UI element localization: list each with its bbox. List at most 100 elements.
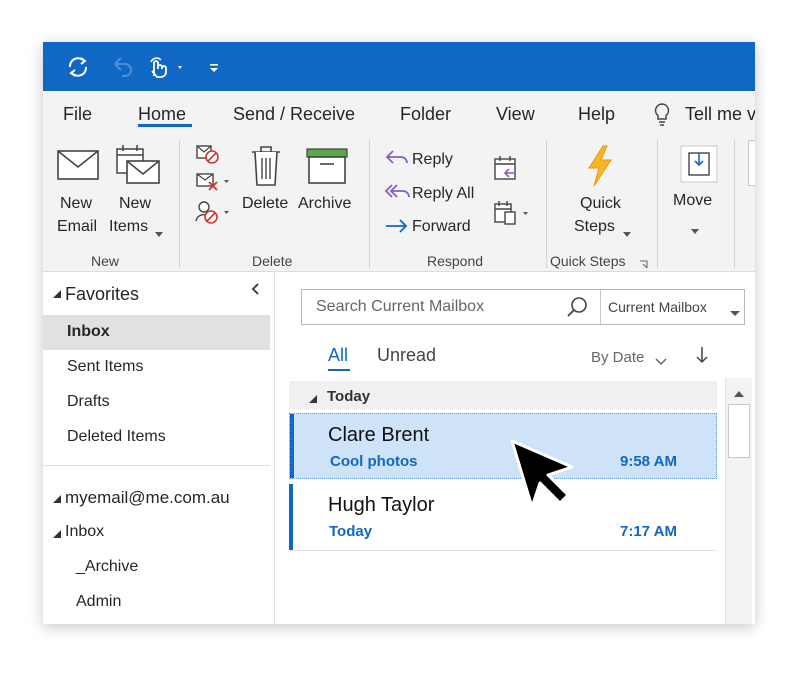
- divider: [600, 290, 601, 324]
- archive-button[interactable]: Archive: [298, 195, 351, 213]
- scrollbar[interactable]: [725, 378, 752, 624]
- folder-archive[interactable]: _Archive: [76, 558, 138, 576]
- group-header-today[interactable]: Today: [289, 381, 717, 409]
- delete-button[interactable]: Delete: [242, 195, 288, 213]
- sync-icon[interactable]: [65, 54, 91, 80]
- tab-file[interactable]: File: [63, 104, 92, 125]
- reply-button[interactable]: Reply: [412, 151, 453, 169]
- quick-steps-label-2: Steps: [574, 218, 615, 235]
- message-item[interactable]: Clare Brent Cool photos 9:58 AM: [289, 413, 717, 479]
- junk-icon[interactable]: [194, 199, 234, 230]
- group-label-quick-steps: Quick Steps: [550, 253, 626, 269]
- tab-folder[interactable]: Folder: [400, 104, 451, 125]
- reply-icon: [384, 148, 410, 173]
- account-inbox[interactable]: Inbox: [65, 523, 104, 541]
- chevron-down-icon: [691, 222, 699, 240]
- customize-toolbar-icon[interactable]: [207, 54, 221, 80]
- next-group-edge: [748, 140, 755, 186]
- new-email-label-2: Email: [57, 218, 98, 235]
- favorites-header[interactable]: Favorites: [65, 284, 139, 305]
- scroll-up-icon[interactable]: [733, 385, 745, 403]
- collapse-triangle-icon[interactable]: [52, 286, 62, 304]
- reply-all-button[interactable]: Reply All: [412, 185, 474, 203]
- message-sender: Clare Brent: [328, 424, 430, 446]
- group-separator: [657, 140, 658, 268]
- group-separator: [546, 140, 547, 268]
- favorite-inbox[interactable]: Inbox: [67, 323, 110, 341]
- group-separator: [179, 140, 180, 268]
- quick-steps-label-1: Quick: [580, 195, 621, 212]
- undo-icon[interactable]: [109, 54, 135, 80]
- chevron-down-icon: [623, 225, 631, 243]
- message-time: 7:17 AM: [620, 523, 677, 540]
- folder-admin[interactable]: Admin: [76, 593, 121, 611]
- outlook-window: File Home Send / Receive Folder View Hel…: [43, 42, 755, 624]
- group-label-delete: Delete: [252, 253, 293, 269]
- chevron-down-icon: [155, 225, 163, 243]
- title-bar: [43, 42, 755, 91]
- search-scope-dropdown[interactable]: Current Mailbox: [608, 299, 707, 315]
- more-respond-icon[interactable]: [493, 200, 533, 233]
- new-email-label-1: New: [60, 195, 93, 212]
- move-label: Move: [673, 192, 713, 209]
- favorite-drafts[interactable]: Drafts: [67, 393, 110, 411]
- new-email-button[interactable]: New Email: [53, 192, 103, 242]
- group-separator: [369, 140, 370, 268]
- reply-all-icon: [384, 182, 412, 207]
- filter-all-tab[interactable]: All: [328, 345, 348, 366]
- favorite-deleted-items[interactable]: Deleted Items: [67, 428, 166, 446]
- group-label-respond: Respond: [427, 253, 484, 269]
- folder-pane: Favorites Inbox Sent Items Drafts Delete…: [43, 272, 275, 624]
- search-box[interactable]: Search Current Mailbox Current Mailbox: [301, 289, 745, 325]
- tab-view[interactable]: View: [496, 104, 535, 125]
- collapse-triangle-icon: [308, 391, 318, 409]
- new-items-label-1: New: [119, 195, 152, 212]
- move-button[interactable]: Move: [669, 192, 725, 238]
- search-icon[interactable]: [566, 296, 588, 323]
- favorite-sent-items[interactable]: Sent Items: [67, 358, 143, 376]
- ignore-icon[interactable]: [194, 142, 222, 171]
- forward-button[interactable]: Forward: [412, 218, 471, 236]
- filter-underline: [328, 369, 350, 371]
- sort-by-date[interactable]: By Date: [591, 349, 644, 366]
- tab-home[interactable]: Home: [138, 104, 186, 125]
- touch-mode-icon[interactable]: [147, 54, 187, 80]
- tab-send-receive[interactable]: Send / Receive: [233, 104, 355, 125]
- account-name[interactable]: myemail@me.com.au: [65, 488, 230, 508]
- clean-up-icon[interactable]: [194, 170, 234, 199]
- new-items-icon: [115, 143, 161, 192]
- message-item[interactable]: Hugh Taylor Today 7:17 AM: [289, 484, 717, 551]
- unread-indicator: [290, 414, 294, 478]
- new-email-icon: [57, 149, 99, 186]
- unread-indicator: [289, 484, 293, 550]
- group-label-new: New: [91, 253, 120, 269]
- move-icon: [680, 145, 720, 190]
- tell-me-search[interactable]: Tell me v: [685, 104, 755, 125]
- delete-icon: [249, 144, 283, 193]
- message-subject: Cool photos: [330, 453, 418, 470]
- message-sender: Hugh Taylor: [328, 494, 435, 516]
- tab-help[interactable]: Help: [578, 104, 615, 125]
- message-subject: Today: [329, 523, 373, 540]
- collapse-triangle-icon[interactable]: [52, 526, 62, 544]
- group-header-label: Today: [327, 388, 371, 405]
- filter-unread-tab[interactable]: Unread: [377, 345, 436, 366]
- group-separator: [734, 140, 735, 268]
- lightning-icon: [583, 144, 617, 193]
- sort-direction-arrow-icon[interactable]: [696, 346, 708, 369]
- chevron-down-icon[interactable]: [655, 353, 667, 371]
- active-tab-indicator: [138, 124, 192, 127]
- new-items-button[interactable]: New Items: [107, 192, 167, 242]
- lightbulb-icon: [653, 101, 671, 132]
- chevron-down-icon[interactable]: [730, 304, 740, 322]
- scrollbar-thumb[interactable]: [728, 404, 750, 458]
- divider: [43, 465, 270, 466]
- collapse-triangle-icon[interactable]: [52, 491, 62, 509]
- meeting-reply-icon[interactable]: [493, 155, 519, 188]
- search-input[interactable]: Search Current Mailbox: [316, 298, 484, 316]
- archive-icon: [305, 146, 349, 191]
- message-time: 9:58 AM: [620, 453, 677, 470]
- chevron-left-icon[interactable]: [251, 282, 261, 300]
- quick-steps-button[interactable]: Quick Steps: [571, 192, 641, 242]
- mouse-cursor-icon: [508, 437, 580, 514]
